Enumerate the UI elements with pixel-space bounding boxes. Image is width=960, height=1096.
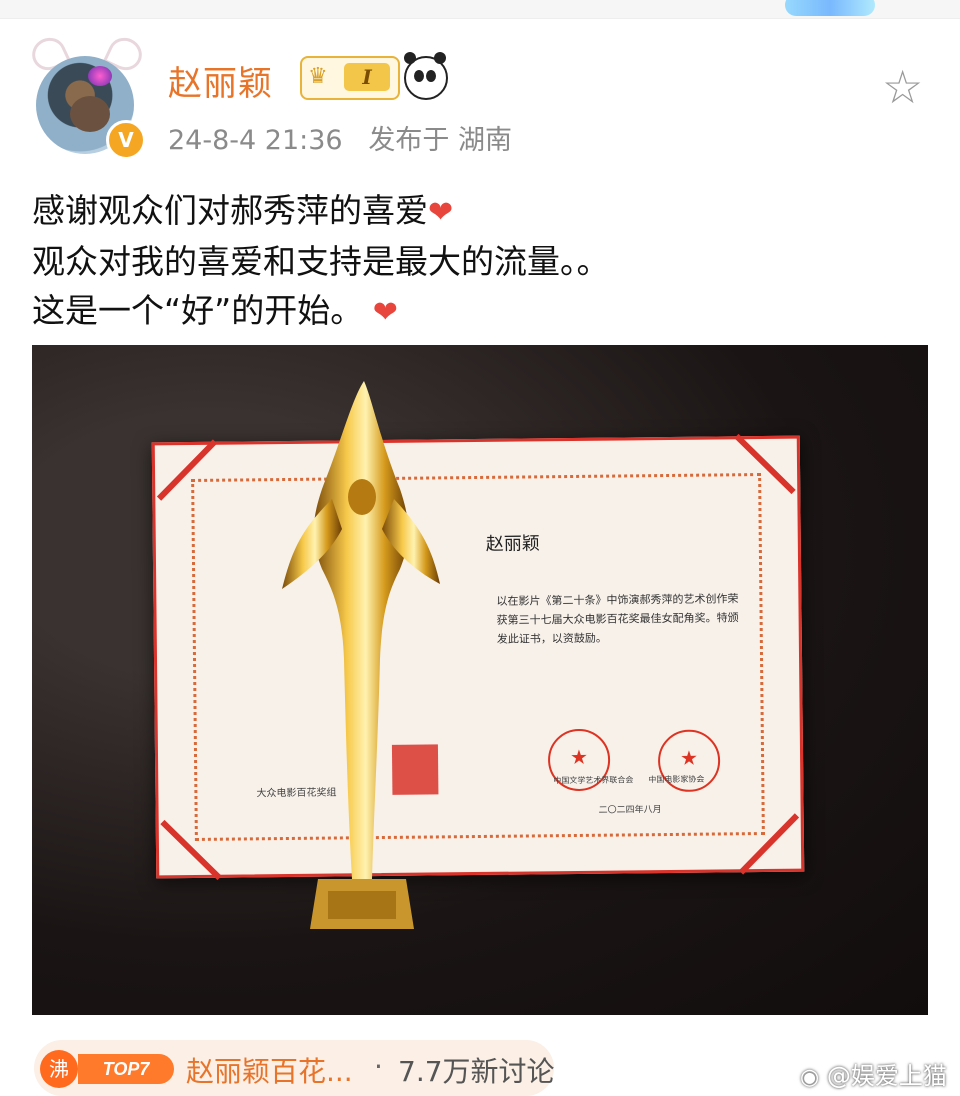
panda-icon[interactable]: [404, 52, 448, 100]
post-image[interactable]: 赵丽颖 以在影片《第二十条》中饰演郝秀萍的艺术创作荣获第三十七届大众电影百花奖最…: [32, 345, 928, 1015]
post-line-1: 感谢观众们对郝秀萍的喜爱: [32, 191, 428, 230]
watermark: ◉ @娱爱上猫: [800, 1062, 947, 1090]
username[interactable]: 赵丽颖: [168, 56, 273, 105]
weibo-icon: ◉: [800, 1065, 820, 1090]
crown-icon: ♛: [308, 64, 328, 89]
post-line-2: 观众对我的喜爱和支持是最大的流量。。: [32, 242, 610, 281]
certificate-org-1: 中国文学艺术界联合会: [553, 775, 634, 786]
post-meta: 24-8-4 21:36 发布于 湖南: [168, 118, 512, 157]
topic-title: 赵丽颖百花...: [186, 1055, 353, 1088]
location: 发布于 湖南: [368, 125, 512, 156]
heart-icon: ❤: [428, 195, 454, 230]
avatar[interactable]: V: [26, 32, 148, 160]
heart-icon: ❤: [363, 295, 398, 330]
rank-badge: TOP7: [78, 1054, 174, 1084]
certificate-org-2: 中国电影家协会: [648, 774, 705, 785]
star-icon[interactable]: ☆: [882, 64, 923, 110]
top-status-strip: [0, 0, 960, 19]
certificate-date: 二〇二四年八月: [598, 805, 662, 816]
verified-icon: V: [106, 120, 146, 160]
trophy-icon: [282, 381, 440, 929]
post-line-3: 这是一个“好”的开始。: [32, 291, 364, 330]
timestamp: 24-8-4 21:36: [168, 125, 343, 156]
crown-badge-icon[interactable]: ♛ I: [300, 56, 400, 100]
level-badge: I: [344, 63, 390, 91]
topic-separator: ·: [374, 1050, 383, 1083]
certificate-body: 以在影片《第二十条》中饰演郝秀萍的艺术创作荣获第三十七届大众电影百花奖最佳女配角…: [496, 592, 739, 646]
certificate: 赵丽颖 以在影片《第二十条》中饰演郝秀萍的艺术创作荣获第三十七届大众电影百花奖最…: [151, 433, 805, 881]
decor-blob: [785, 0, 875, 16]
topic-count: 7.7万新讨论: [398, 1055, 555, 1088]
certificate-recipient: 赵丽颖: [485, 533, 540, 555]
hot-icon: 沸: [40, 1050, 78, 1088]
hot-topic-pill[interactable]: 沸 TOP7 赵丽颖百花... · 7.7万新讨论: [34, 1040, 555, 1096]
post-text: 感谢观众们对郝秀萍的喜爱❤ 观众对我的喜爱和支持是最大的流量。。 这是一个“好”…: [32, 186, 610, 337]
